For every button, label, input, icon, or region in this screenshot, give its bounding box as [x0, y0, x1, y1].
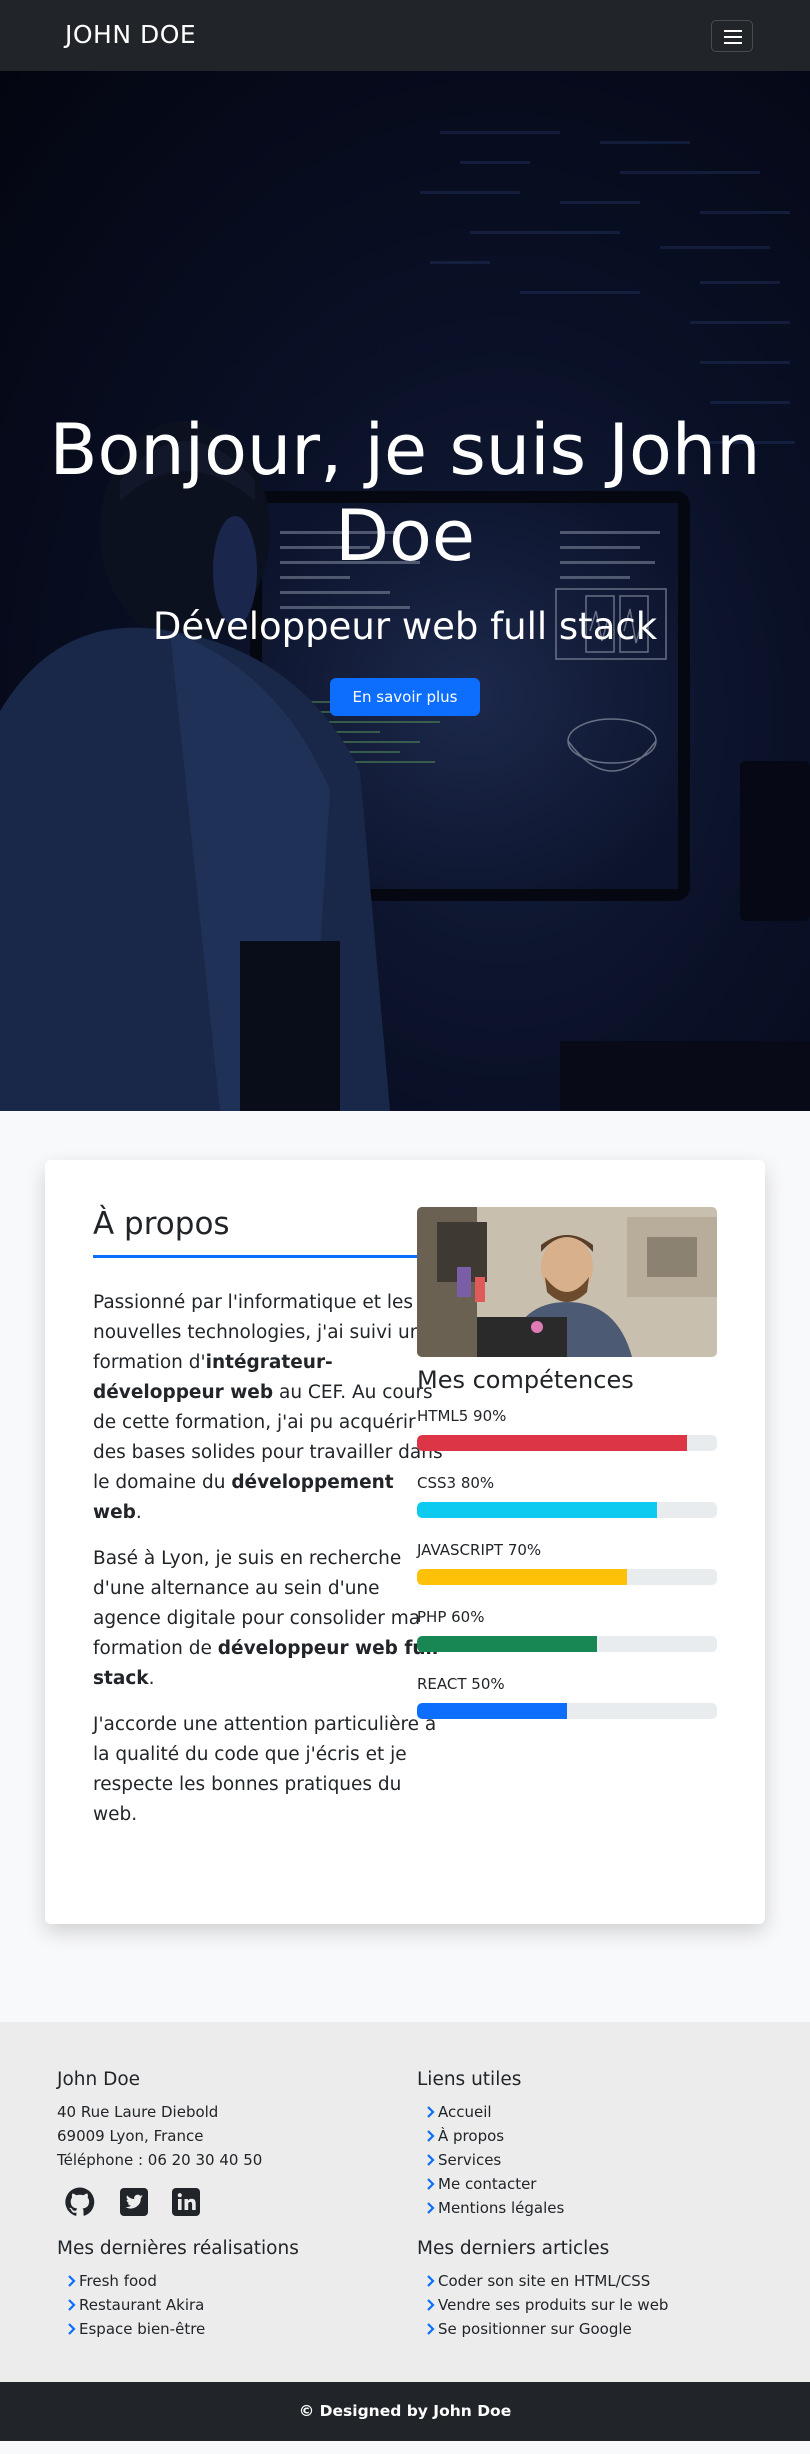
footer-useful-links-title: Liens utiles [417, 2069, 522, 2090]
chevron-right-icon [427, 2275, 435, 2287]
footer-articles-title: Mes derniers articles [417, 2238, 610, 2259]
chevron-right-icon [427, 2154, 435, 2166]
skill-bar-fill-css3 [417, 1502, 657, 1518]
footer-phone: Téléphone : 06 20 30 40 50 [57, 2151, 263, 2169]
hero-title: Bonjour, je suis John Doe [49, 409, 761, 577]
chevron-right-icon [68, 2299, 76, 2311]
chevron-right-icon [427, 2299, 435, 2311]
skill-label-html5: HTML5 90% [417, 1407, 507, 1425]
footer-contact-name: John Doe [57, 2069, 141, 2090]
chevron-right-icon [427, 2202, 435, 2214]
footer-project-link[interactable]: Espace bien-être [65, 2319, 205, 2339]
footer-link-services[interactable]: Services [424, 2150, 501, 2170]
footer-link-legal[interactable]: Mentions légales [424, 2198, 564, 2218]
linkedin-icon[interactable] [170, 2186, 202, 2218]
about-title-underline [93, 1255, 438, 1258]
skill-bar-fill-react [417, 1703, 567, 1719]
footer-article-link[interactable]: Coder son site en HTML/CSS [424, 2271, 650, 2291]
skill-bar-react [417, 1703, 717, 1719]
skill-bar-fill-php [417, 1636, 597, 1652]
hero-subtitle: Développeur web full stack [152, 605, 658, 648]
footer-article-link[interactable]: Se positionner sur Google [424, 2319, 632, 2339]
footer-article-link[interactable]: Vendre ses produits sur le web [424, 2295, 668, 2315]
about-paragraph-2: Basé à Lyon, je suis en recherche d'une … [93, 1548, 439, 1689]
chevron-right-icon [68, 2323, 76, 2335]
menu-toggle-button[interactable] [711, 20, 753, 52]
skill-label-php: PHP 60% [417, 1608, 485, 1626]
skills-title: Mes compétences [417, 1366, 634, 1394]
footer-link-home[interactable]: Accueil [424, 2102, 492, 2122]
brand-logo[interactable]: JOHN DOE [65, 18, 196, 52]
copyright-bar: © Designed by John Doe [0, 2382, 810, 2441]
skill-label-react: REACT 50% [417, 1675, 505, 1693]
skill-bar-fill-javascript [417, 1569, 627, 1585]
navbar: JOHN DOE [0, 0, 810, 71]
about-title: À propos [93, 1206, 230, 1242]
skill-bar-fill-html5 [417, 1435, 687, 1451]
about-paragraph-1: Passionné par l'informatique et les nouv… [93, 1292, 443, 1523]
footer-link-about[interactable]: À propos [424, 2126, 504, 2146]
footer-projects-title: Mes dernières réalisations [57, 2238, 299, 2259]
skill-bar-javascript [417, 1569, 717, 1585]
chevron-right-icon [427, 2130, 435, 2142]
github-icon[interactable] [64, 2186, 96, 2218]
footer-project-link[interactable]: Fresh food [65, 2271, 157, 2291]
footer-address-line-2: 69009 Lyon, France [57, 2127, 204, 2145]
about-paragraph-3: J'accorde une attention particulière à l… [93, 1714, 437, 1825]
twitter-icon[interactable] [118, 2186, 150, 2218]
footer-project-link[interactable]: Restaurant Akira [65, 2295, 204, 2315]
footer-link-contact[interactable]: Me contacter [424, 2174, 536, 2194]
hero-section: Bonjour, je suis John Doe Développeur we… [0, 71, 810, 1111]
learn-more-button[interactable]: En savoir plus [330, 678, 480, 716]
chevron-right-icon [427, 2106, 435, 2118]
about-text: Passionné par l'informatique et les nouv… [93, 1288, 443, 1846]
skill-bar-html5 [417, 1435, 717, 1451]
skill-bar-css3 [417, 1502, 717, 1518]
hamburger-menu-icon [724, 30, 742, 32]
about-card: À propos Passionné par l'informatique et… [45, 1160, 765, 1924]
skill-label-javascript: JAVASCRIPT 70% [417, 1541, 542, 1559]
developer-photo [417, 1207, 717, 1357]
chevron-right-icon [68, 2275, 76, 2287]
footer-address-line-1: 40 Rue Laure Diebold [57, 2103, 219, 2121]
chevron-right-icon [427, 2178, 435, 2190]
skill-bar-php [417, 1636, 717, 1652]
chevron-right-icon [427, 2323, 435, 2335]
skill-label-css3: CSS3 80% [417, 1474, 495, 1492]
